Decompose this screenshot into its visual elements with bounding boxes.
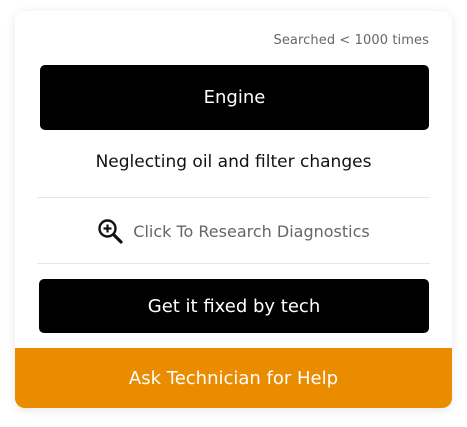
divider — [37, 197, 430, 198]
problem-title: Neglecting oil and filter changes — [95, 152, 372, 172]
search-count-label: Searched < 1000 times — [273, 33, 429, 48]
zoom-in-icon — [97, 218, 123, 244]
ask-technician-button[interactable]: Ask Technician for Help — [15, 348, 452, 408]
get-fixed-button[interactable]: Get it fixed by tech — [39, 279, 429, 333]
research-diagnostics-label: Click To Research Diagnostics — [133, 221, 370, 241]
divider — [37, 263, 430, 264]
problem-card: Searched < 1000 times Engine Neglecting … — [15, 11, 452, 408]
research-diagnostics-link[interactable]: Click To Research Diagnostics — [15, 211, 452, 251]
category-banner: Engine — [40, 65, 429, 130]
